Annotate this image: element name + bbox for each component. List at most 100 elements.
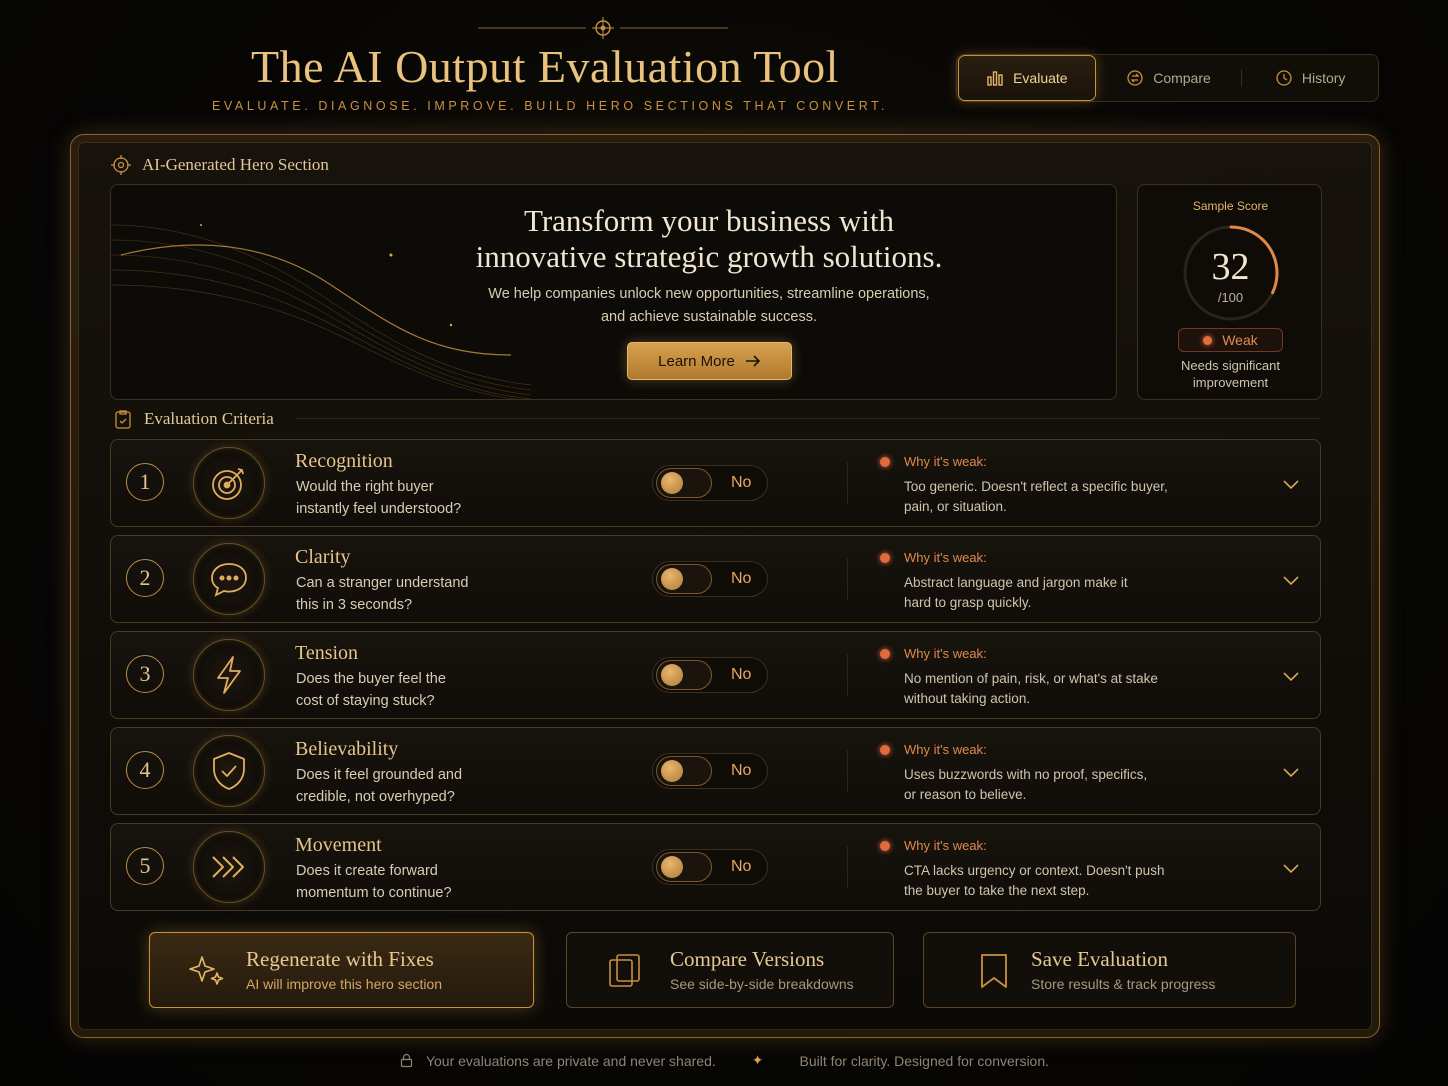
tab-compare-label: Compare	[1153, 70, 1211, 86]
toggle-switch[interactable]	[656, 660, 712, 690]
criteria-question-line: Does it create forward	[296, 863, 438, 879]
warning-dot	[880, 744, 890, 755]
why-weak-text: Too generic. Doesn't reflect a specific …	[904, 477, 1204, 516]
row-divider	[847, 558, 848, 600]
criteria-icon-frame	[193, 447, 265, 519]
criteria-toggle[interactable]: No	[652, 753, 768, 789]
criteria-toggle[interactable]: No	[652, 561, 768, 597]
why-weak-line: Uses buzzwords with no proof, specifics,	[904, 767, 1148, 782]
toggle-switch[interactable]	[656, 756, 712, 786]
score-card: Sample Score 32 /100 Weak Needs signific…	[1137, 184, 1322, 400]
criteria-question-line: momentum to continue?	[296, 884, 452, 901]
main-tabs: Evaluate Compare History	[956, 54, 1379, 102]
save-evaluation-subtitle: Store results & track progress	[1031, 976, 1216, 992]
score-note: Needs significant improvement	[1138, 357, 1323, 391]
hero-body-line: We help companies unlock new opportuniti…	[488, 286, 930, 302]
learn-more-label: Learn More	[658, 352, 735, 370]
warning-dot	[880, 840, 890, 851]
criteria-number: 5	[126, 847, 164, 885]
tab-history[interactable]: History	[1242, 55, 1378, 101]
footer: Your evaluations are private and never s…	[0, 1052, 1448, 1069]
criteria-number: 2	[126, 559, 164, 597]
criteria-question-line: this in 3 seconds?	[296, 596, 413, 613]
chevron-down-icon[interactable]	[1281, 762, 1301, 782]
tab-history-label: History	[1301, 70, 1346, 86]
why-weak-line: Abstract language and jargon make it	[904, 575, 1128, 590]
criteria-title: Believability	[295, 738, 399, 760]
history-icon	[1276, 70, 1292, 86]
hero-section-label-text: AI-Generated Hero Section	[142, 155, 329, 174]
why-weak-heading: Why it's weak:	[880, 838, 987, 853]
crosshair-icon	[111, 155, 131, 175]
why-weak-line: without taking action.	[904, 690, 1031, 706]
criteria-question: Can a stranger understand this in 3 seco…	[296, 573, 526, 616]
toggle-knob	[661, 568, 683, 590]
learn-more-button[interactable]: Learn More	[627, 342, 792, 380]
why-weak-line: CTA lacks urgency or context. Doesn't pu…	[904, 863, 1165, 878]
warning-dot	[880, 648, 890, 659]
tab-evaluate[interactable]: Evaluate	[958, 55, 1096, 101]
criteria-question-line: instantly feel understood?	[296, 500, 462, 517]
sparkle-icon	[189, 956, 224, 985]
criteria-question-line: Can a stranger understand	[296, 575, 469, 591]
why-weak-line: No mention of pain, risk, or what's at s…	[904, 671, 1158, 686]
save-evaluation-button[interactable]: Save Evaluation Store results & track pr…	[923, 932, 1296, 1008]
why-weak-line: Too generic. Doesn't reflect a specific …	[904, 479, 1168, 494]
criteria-row-recognition: 1 Recognition Would the right buyer inst…	[110, 439, 1321, 527]
tab-compare[interactable]: Compare	[1096, 55, 1242, 101]
header-ornament	[478, 17, 728, 39]
why-weak-line: the buyer to take the next step.	[904, 882, 1090, 898]
toggle-label: No	[731, 666, 752, 683]
save-evaluation-title: Save Evaluation	[1031, 947, 1169, 971]
warning-dot	[880, 552, 890, 563]
criteria-title: Recognition	[295, 450, 393, 472]
compare-versions-subtitle: See side-by-side breakdowns	[670, 976, 854, 992]
toggle-label: No	[731, 474, 752, 491]
toggle-switch[interactable]	[656, 564, 712, 594]
compare-versions-button[interactable]: Compare Versions See side-by-side breakd…	[566, 932, 894, 1008]
toggle-switch[interactable]	[656, 852, 712, 882]
hero-preview: Transform your business with innovative …	[110, 184, 1117, 400]
hero-section-label: AI-Generated Hero Section	[110, 154, 329, 176]
hero-body: We help companies unlock new opportuniti…	[441, 283, 977, 329]
criteria-toggle[interactable]: No	[652, 465, 768, 501]
sparkle-divider-icon: ✦	[751, 1052, 764, 1068]
lightning-icon	[217, 656, 241, 694]
why-weak-label: Why it's weak:	[904, 838, 987, 853]
criteria-question: Does the buyer feel the cost of staying …	[296, 669, 526, 712]
criteria-number: 1	[126, 463, 164, 501]
criteria-question-line: Does the buyer feel the	[296, 671, 446, 687]
footer-tagline: Built for clarity. Designed for conversi…	[799, 1052, 1050, 1069]
chevron-down-icon[interactable]	[1281, 858, 1301, 878]
chevron-down-icon[interactable]	[1281, 570, 1301, 590]
score-note-line: improvement	[1192, 375, 1269, 390]
compare-versions-title: Compare Versions	[670, 947, 825, 971]
criteria-question: Does it create forward momentum to conti…	[296, 861, 526, 904]
criteria-toggle[interactable]: No	[652, 849, 768, 885]
why-weak-line: hard to grasp quickly.	[904, 594, 1032, 610]
toggle-switch[interactable]	[656, 468, 712, 498]
criteria-row-tension: 3 Tension Does the buyer feel the cost o…	[110, 631, 1321, 719]
toggle-knob	[661, 760, 683, 782]
row-divider	[847, 750, 848, 792]
copy-icon	[609, 954, 640, 987]
criteria-toggle[interactable]: No	[652, 657, 768, 693]
hero-headline-line: Transform your business with	[523, 203, 894, 238]
regenerate-button[interactable]: Regenerate with Fixes AI will improve th…	[149, 932, 534, 1008]
toggle-knob	[661, 856, 683, 878]
why-weak-text: Uses buzzwords with no proof, specifics,…	[904, 765, 1204, 804]
criteria-section-label-text: Evaluation Criteria	[144, 409, 274, 428]
why-weak-label: Why it's weak:	[904, 646, 987, 661]
bar-chart-icon	[987, 71, 1003, 86]
criteria-question-line: Would the right buyer	[296, 479, 434, 495]
chevron-down-icon[interactable]	[1281, 666, 1301, 686]
criteria-row-movement: 5 Movement Does it create forward moment…	[110, 823, 1321, 911]
toggle-label: No	[731, 762, 752, 779]
score-max: /100	[1217, 290, 1244, 305]
criteria-row-clarity: 2 Clarity Can a stranger understand this…	[110, 535, 1321, 623]
chevron-down-icon[interactable]	[1281, 474, 1301, 494]
why-weak-heading: Why it's weak:	[880, 742, 987, 757]
app-subtitle: EVALUATE. DIAGNOSE. IMPROVE. BUILD HERO …	[211, 99, 889, 113]
status-badge-label: Weak	[1222, 332, 1258, 348]
hero-headline: Transform your business with innovative …	[411, 203, 1007, 275]
